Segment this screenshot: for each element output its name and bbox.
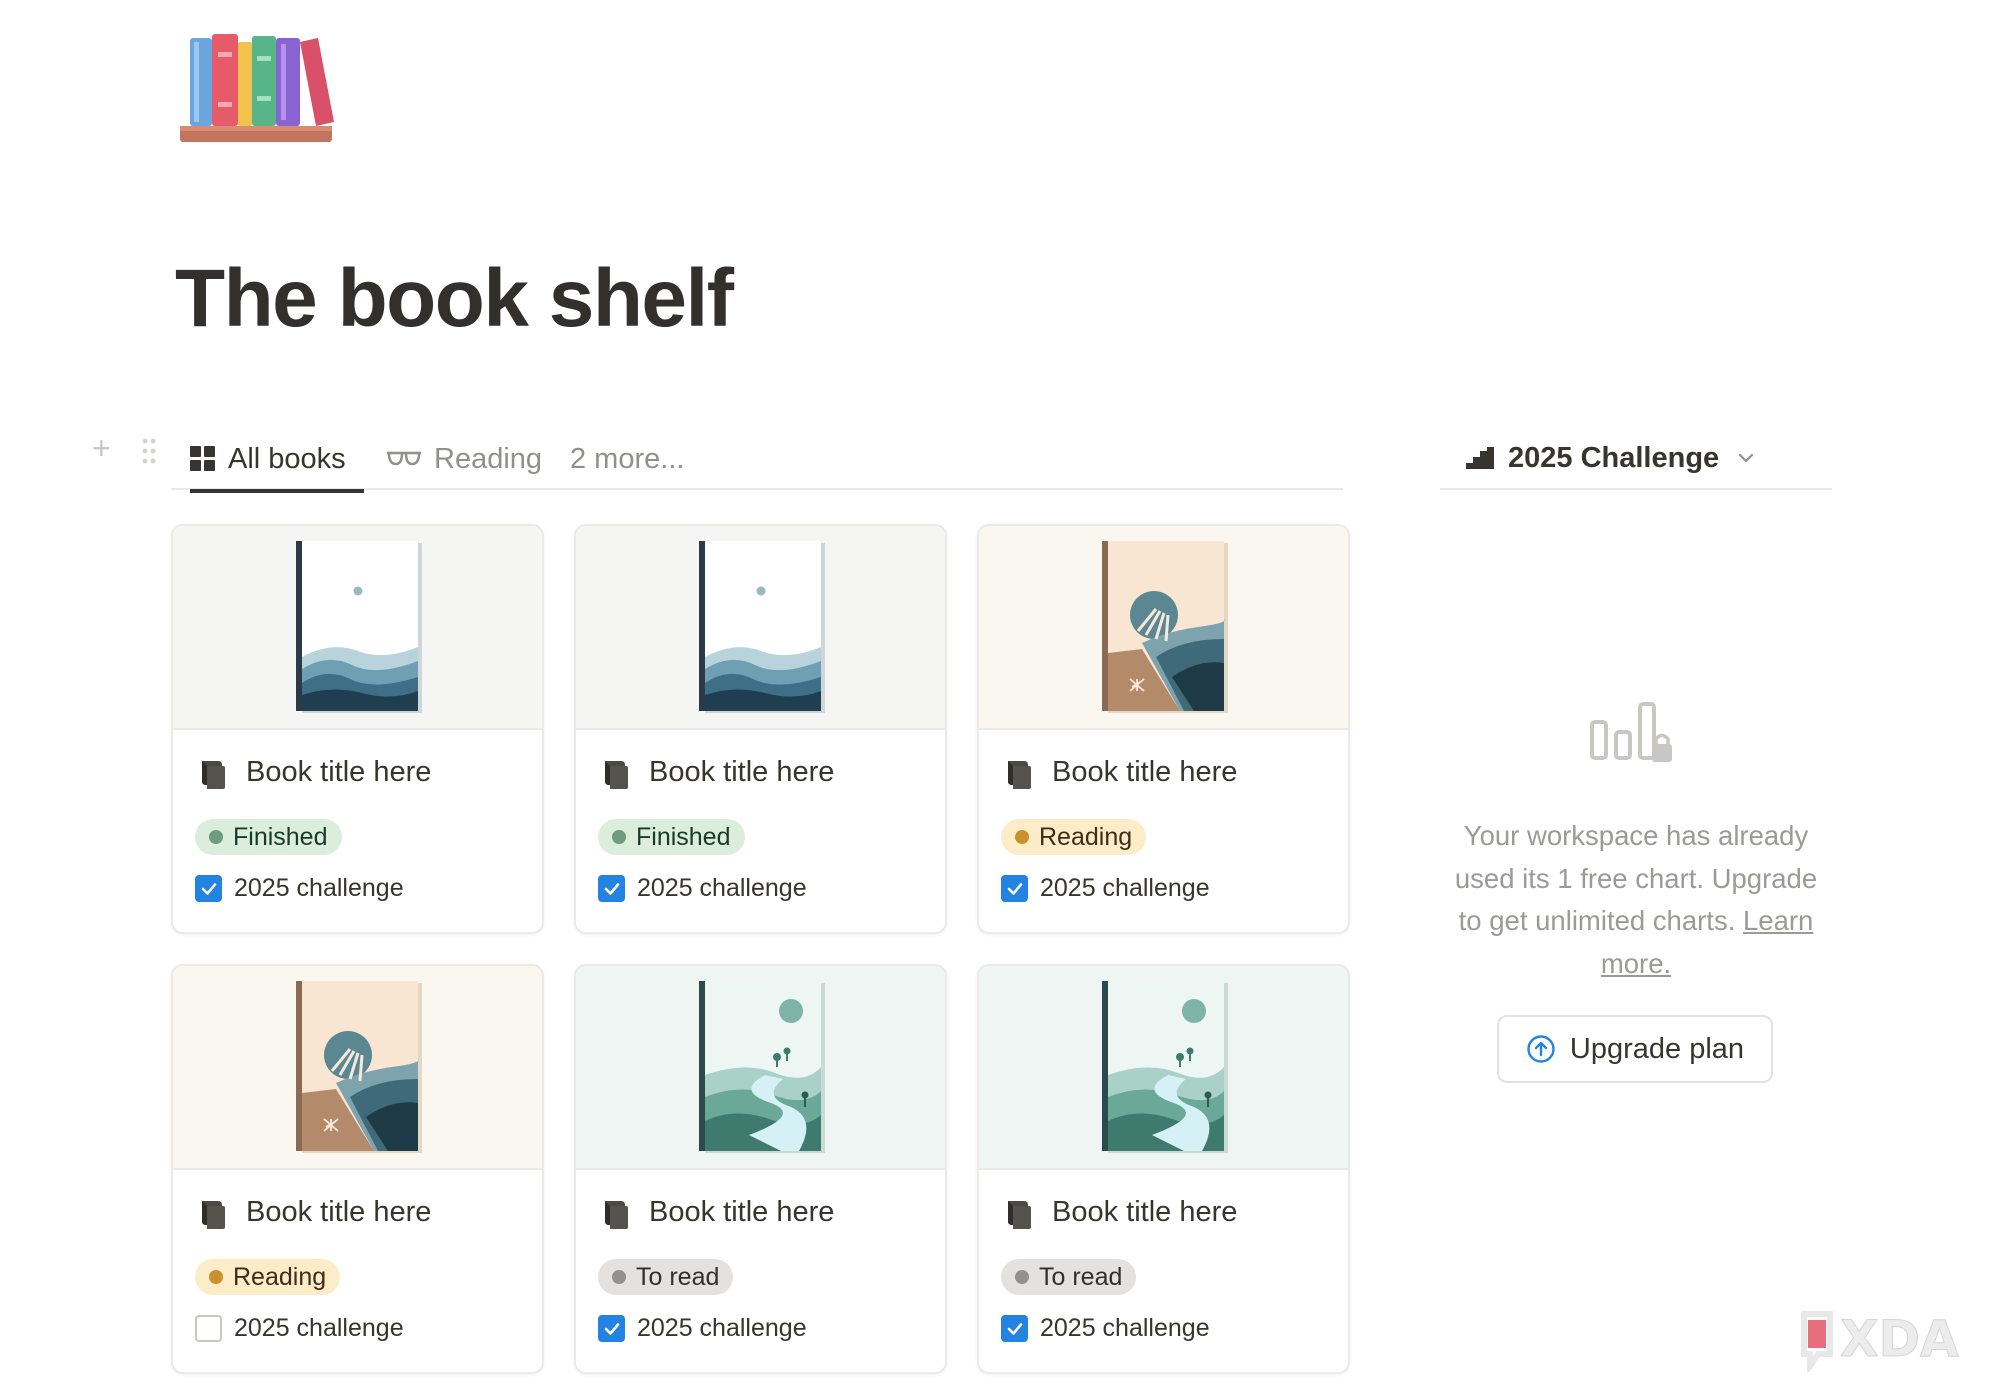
document-icon [1008,1200,1031,1229]
status-label: Reading [233,1262,327,1291]
card-title[interactable]: Book title here [246,1196,431,1229]
card-title[interactable]: Book title here [649,756,834,789]
card-title[interactable]: Book title here [246,756,431,789]
tab-reading[interactable]: Reading [386,428,542,490]
upgrade-plan-button[interactable]: Upgrade plan [1497,1015,1773,1083]
document-icon [1008,760,1031,789]
book-cover-image [1101,981,1228,1153]
book-card[interactable]: Book title here Reading 2025 challenge [977,524,1350,934]
card-cover [979,526,1348,730]
card-title[interactable]: Book title here [1052,1196,1237,1229]
page-title: The book shelf [175,253,734,344]
upgrade-message: Your workspace has already used its 1 fr… [1440,815,1832,985]
card-cover [979,966,1348,1170]
book-card[interactable]: Book title here To read 2025 challenge [977,964,1350,1374]
locked-chart-icon [1590,702,1672,762]
card-title[interactable]: Book title here [1052,756,1237,789]
card-title-row: Book title here [601,756,834,789]
grid-icon [190,446,216,472]
checkbox-checked-icon[interactable] [1001,875,1028,902]
challenge-checkbox-row[interactable]: 2025 challenge [1001,1314,1210,1343]
status-label: To read [636,1262,720,1291]
challenge-checkbox-row[interactable]: 2025 challenge [1001,874,1210,903]
book-cover-image [698,541,825,713]
status-dot [209,830,223,844]
status-badge: Finished [598,819,745,855]
tab-label: Reading [434,442,543,475]
status-badge: Finished [195,819,342,855]
arrow-up-circle-icon [1527,1035,1555,1063]
svg-text:XDA: XDA [1840,1310,1959,1368]
document-icon [202,1200,225,1229]
checkbox-checked-icon[interactable] [598,1315,625,1342]
status-label: Reading [1039,822,1133,851]
upgrade-plan-label: Upgrade plan [1569,1032,1745,1065]
status-dot [1015,830,1029,844]
challenge-label: 2025 challenge [234,1314,404,1342]
card-title-row: Book title here [198,1196,431,1229]
book-cover-image [295,541,422,713]
challenge-label: 2025 challenge [1040,1314,1210,1342]
document-icon [202,760,225,789]
checkbox-checked-icon[interactable] [598,875,625,902]
tab-all-books[interactable]: All books [190,428,364,493]
stairs-icon [1466,447,1494,469]
more-views-button[interactable]: 2 more... [570,428,684,490]
book-cover-image [295,981,422,1153]
challenge-checkbox-row[interactable]: 2025 challenge [598,874,807,903]
status-label: Finished [233,822,328,851]
book-cover-image [698,981,825,1153]
challenge-checkbox-row[interactable]: 2025 challenge [195,1314,404,1343]
book-card[interactable]: Book title here Finished 2025 challenge [574,524,947,934]
checkbox-unchecked-icon[interactable] [195,1315,222,1342]
add-view-icon[interactable]: + [92,432,111,464]
challenge-label: 2025 challenge [637,1314,807,1342]
status-badge: Reading [1001,819,1147,855]
book-card[interactable]: Book title here To read 2025 challenge [574,964,947,1374]
challenge-checkbox-row[interactable]: 2025 challenge [598,1314,807,1343]
card-cover [173,966,542,1170]
document-icon [605,1200,628,1229]
card-cover [576,966,945,1170]
status-label: Finished [636,822,731,851]
view-tabs: All books Reading 2 more... [171,428,1343,493]
glasses-icon [387,451,421,466]
card-title[interactable]: Book title here [649,1196,834,1229]
status-badge: To read [598,1259,734,1295]
status-dot [209,1270,223,1284]
card-cover [576,526,945,730]
document-icon [605,760,628,789]
tab-label: All books [228,442,346,475]
book-card[interactable]: Book title here Finished 2025 challenge [171,524,544,934]
xda-watermark-logo: XDA [1801,1310,1960,1372]
card-title-row: Book title here [198,756,431,789]
book-card[interactable]: Book title here Reading 2025 challenge [171,964,544,1374]
chart-view-label: 2025 Challenge [1508,441,1720,474]
card-title-row: Book title here [1004,1196,1237,1229]
challenge-checkbox-row[interactable]: 2025 challenge [195,874,404,903]
status-dot [612,1270,626,1284]
status-badge: To read [1001,1259,1137,1295]
status-label: To read [1039,1262,1123,1291]
chart-view-tab[interactable]: 2025 Challenge [1440,428,1832,490]
challenge-label: 2025 challenge [234,874,404,902]
book-cover-image [1101,541,1228,713]
card-title-row: Book title here [601,1196,834,1229]
checkbox-checked-icon[interactable] [1001,1315,1028,1342]
challenge-label: 2025 challenge [1040,874,1210,902]
status-badge: Reading [195,1259,341,1295]
status-dot [1015,1270,1029,1284]
chevron-down-icon [1739,453,1754,463]
card-cover [173,526,542,730]
more-views-label: 2 more... [570,442,685,475]
checkbox-checked-icon[interactable] [195,875,222,902]
books-icon [180,34,334,142]
drag-handle-icon[interactable] [141,437,157,465]
card-title-row: Book title here [1004,756,1237,789]
status-dot [612,830,626,844]
challenge-label: 2025 challenge [637,874,807,902]
